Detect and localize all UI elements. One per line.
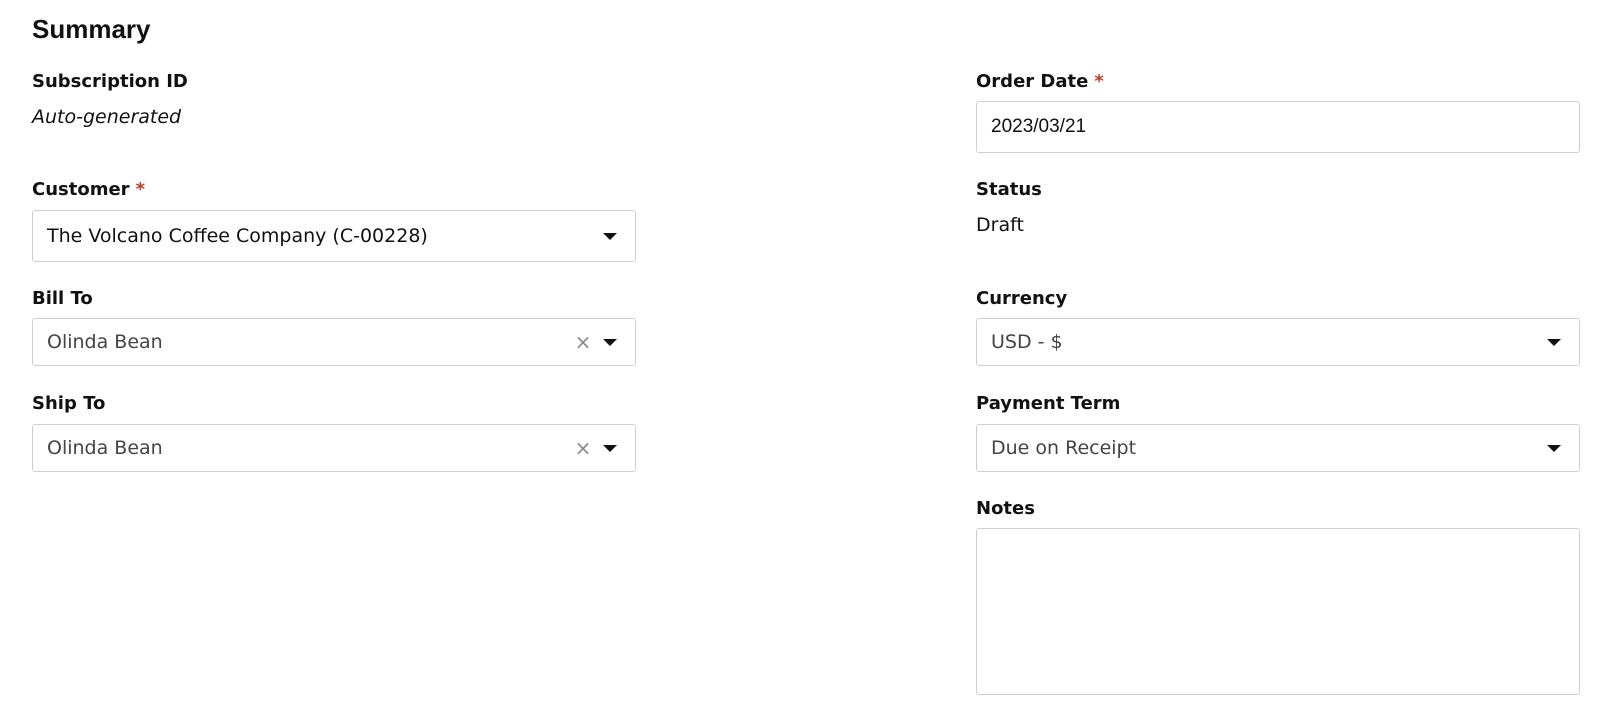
- caret-down-icon[interactable]: [1547, 444, 1561, 452]
- order-date-label: Order Date *: [976, 70, 1104, 94]
- payment-term-select-value: Due on Receipt: [991, 437, 1137, 459]
- caret-down-icon[interactable]: [1547, 338, 1561, 346]
- subscription-id-label: Subscription ID: [32, 71, 188, 92]
- status-value: Draft: [976, 214, 1024, 236]
- notes-textarea[interactable]: [976, 528, 1580, 695]
- caret-down-icon[interactable]: [603, 444, 617, 452]
- status-label: Status: [976, 179, 1042, 200]
- payment-term-select[interactable]: Due on Receipt: [976, 424, 1580, 472]
- currency-select[interactable]: USD - $: [976, 318, 1580, 366]
- bill-to-select-value: Olinda Bean: [47, 331, 163, 353]
- subscription-id-value: Auto-generated: [32, 106, 182, 128]
- ship-to-label: Ship To: [32, 393, 106, 414]
- currency-select-value: USD - $: [991, 331, 1063, 353]
- caret-down-icon[interactable]: [603, 338, 617, 346]
- bill-to-select[interactable]: Olinda Bean ×: [32, 318, 636, 366]
- order-date-label-text: Order Date: [976, 71, 1089, 92]
- order-date-input[interactable]: 2023/03/21: [976, 101, 1580, 153]
- order-date-value: 2023/03/21: [991, 116, 1087, 137]
- payment-term-label: Payment Term: [976, 393, 1121, 414]
- bill-to-label: Bill To: [32, 288, 93, 309]
- customer-label: Customer *: [32, 178, 145, 202]
- ship-to-select[interactable]: Olinda Bean ×: [32, 424, 636, 472]
- section-title: Summary: [32, 14, 151, 44]
- required-marker: *: [1094, 71, 1104, 92]
- clear-icon[interactable]: ×: [571, 330, 595, 354]
- customer-select[interactable]: The Volcano Coffee Company (C-00228): [32, 210, 636, 262]
- customer-select-value: The Volcano Coffee Company (C-00228): [47, 225, 428, 247]
- caret-down-icon[interactable]: [603, 232, 617, 240]
- currency-label: Currency: [976, 288, 1068, 309]
- ship-to-select-value: Olinda Bean: [47, 437, 163, 459]
- notes-label: Notes: [976, 498, 1035, 519]
- clear-icon[interactable]: ×: [571, 436, 595, 460]
- customer-label-text: Customer: [32, 179, 130, 200]
- required-marker: *: [135, 179, 145, 200]
